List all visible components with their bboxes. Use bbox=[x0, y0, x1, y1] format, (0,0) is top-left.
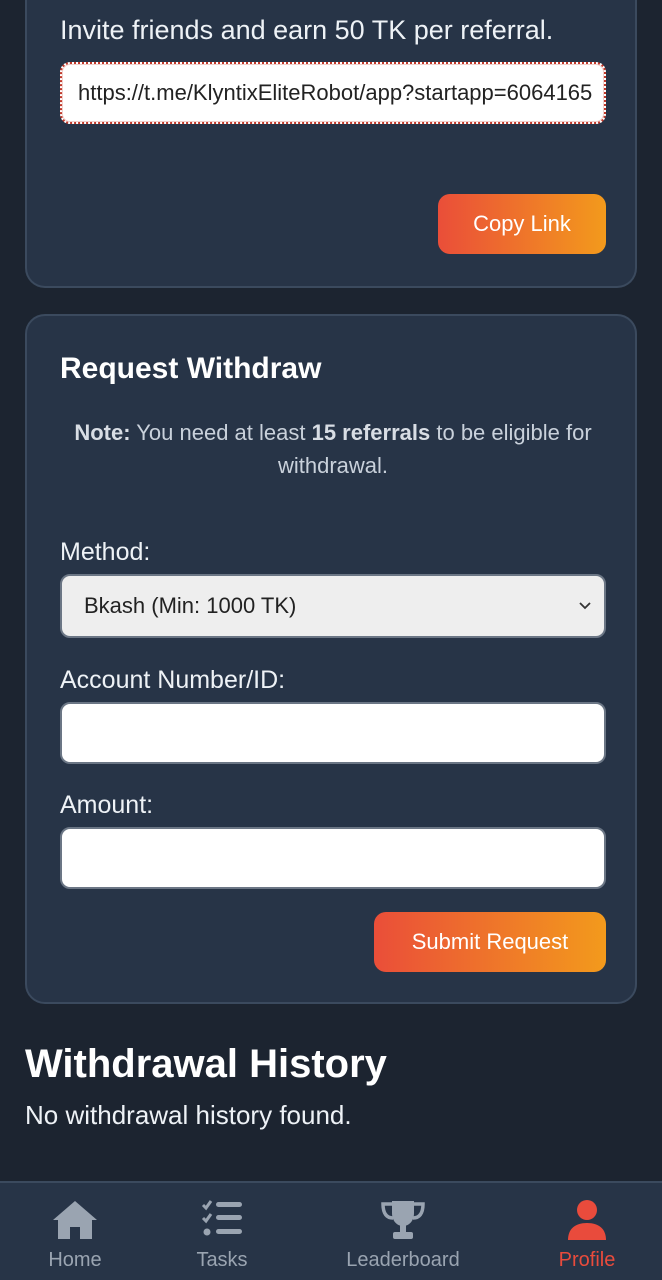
amount-label: Amount: bbox=[60, 791, 154, 819]
page: Invite friends and earn 50 TK per referr… bbox=[0, 0, 662, 1280]
nav-item-home[interactable]: Home bbox=[20, 1183, 130, 1280]
note-prefix: Note: bbox=[74, 420, 131, 445]
request-withdraw-title: Request Withdraw bbox=[60, 352, 322, 385]
user-icon bbox=[566, 1199, 608, 1246]
trophy-icon bbox=[380, 1199, 426, 1246]
home-icon bbox=[51, 1199, 99, 1246]
note-text-1: You need at least bbox=[130, 420, 312, 445]
chevron-down-icon bbox=[578, 576, 592, 660]
copy-link-button[interactable]: Copy Link bbox=[438, 194, 606, 254]
nav-item-profile[interactable]: Profile bbox=[537, 1183, 637, 1280]
nav-label-leaderboard: Leaderboard bbox=[346, 1249, 460, 1271]
invite-text: Invite friends and earn 50 TK per referr… bbox=[60, 15, 554, 45]
account-label: Account Number/ID: bbox=[60, 666, 286, 694]
note-bold: 15 referrals bbox=[311, 420, 431, 445]
referral-link-field[interactable]: https://t.me/KlyntixEliteRobot/app?start… bbox=[60, 62, 606, 124]
withdrawal-history-title: Withdrawal History bbox=[25, 1042, 387, 1086]
amount-input[interactable] bbox=[60, 827, 606, 889]
account-number-input[interactable] bbox=[60, 702, 606, 764]
nav-label-tasks: Tasks bbox=[196, 1249, 248, 1271]
method-label: Method: bbox=[60, 538, 151, 566]
bottom-nav: Home Tasks Leaderboard Profile bbox=[0, 1181, 662, 1280]
withdraw-note: Note: You need at least 15 referrals to … bbox=[60, 416, 606, 482]
nav-label-home: Home bbox=[48, 1249, 102, 1271]
submit-request-button[interactable]: Submit Request bbox=[374, 912, 606, 972]
withdrawal-history-empty: No withdrawal history found. bbox=[25, 1100, 352, 1130]
referral-card: Invite friends and earn 50 TK per referr… bbox=[25, 0, 637, 288]
method-select[interactable]: Bkash (Min: 1000 TK) bbox=[60, 574, 606, 638]
nav-item-leaderboard[interactable]: Leaderboard bbox=[333, 1183, 473, 1280]
nav-item-tasks[interactable]: Tasks bbox=[172, 1183, 272, 1280]
method-select-value: Bkash (Min: 1000 TK) bbox=[84, 593, 297, 618]
nav-label-profile: Profile bbox=[558, 1249, 616, 1271]
request-withdraw-card: Request Withdraw Note: You need at least… bbox=[25, 314, 637, 1004]
tasks-list-icon bbox=[201, 1199, 243, 1244]
